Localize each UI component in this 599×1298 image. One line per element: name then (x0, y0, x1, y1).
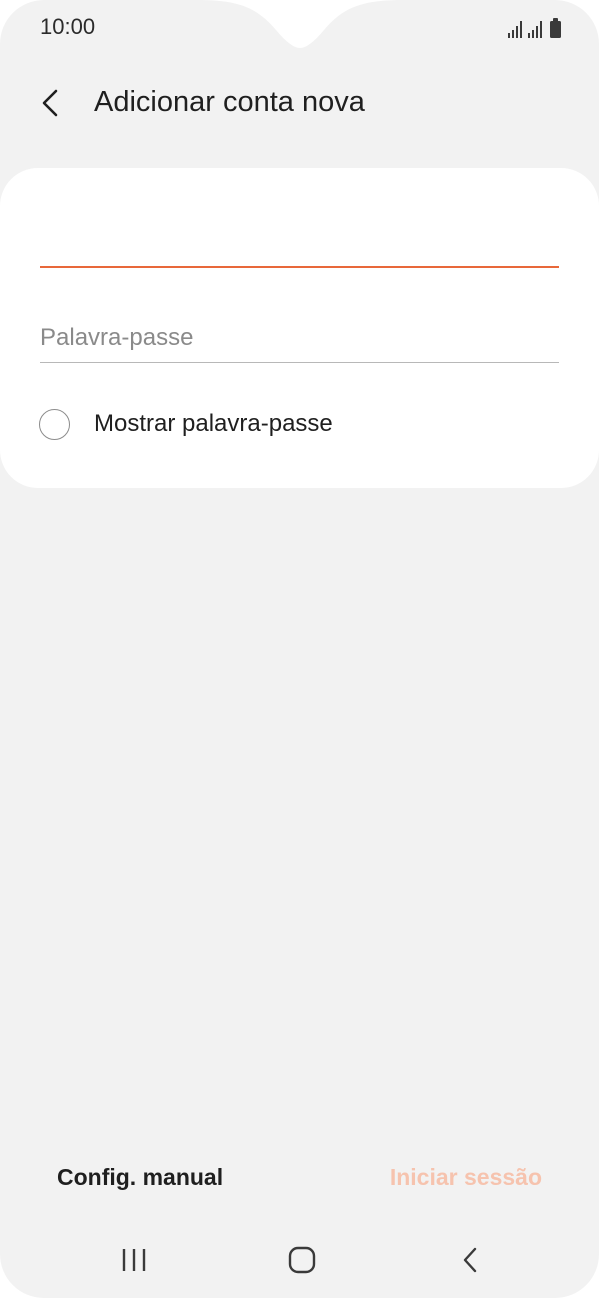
email-field[interactable] (40, 208, 559, 268)
page-title: Adicionar conta nova (94, 86, 365, 118)
back-button[interactable] (28, 80, 74, 126)
status-icons (508, 16, 561, 38)
show-password-label: Mostrar palavra-passe (94, 410, 333, 437)
sign-in-button[interactable]: Iniciar sessão (390, 1164, 542, 1191)
nav-home-button[interactable] (274, 1238, 330, 1282)
battery-icon (550, 18, 561, 38)
password-field[interactable] (40, 314, 559, 363)
show-password-toggle[interactable]: Mostrar palavra-passe (39, 406, 333, 442)
recents-icon (122, 1249, 146, 1271)
chevron-left-icon (42, 89, 58, 117)
navigation-bar (0, 1232, 599, 1288)
bottom-actions: Config. manual Iniciar sessão (0, 1160, 599, 1200)
home-icon (288, 1246, 316, 1274)
back-icon (463, 1247, 477, 1273)
show-password-radio[interactable] (39, 408, 70, 440)
manual-config-button[interactable]: Config. manual (57, 1164, 223, 1191)
signal-icon (508, 20, 522, 38)
nav-back-button[interactable] (442, 1238, 498, 1282)
status-time: 10:00 (40, 14, 96, 39)
account-form-card: Mostrar palavra-passe (0, 168, 599, 488)
phone-screen: 10:00 Adicionar conta nova Mostrar palav… (0, 0, 599, 1298)
app-header: Adicionar conta nova (0, 72, 599, 134)
signal-icon (528, 20, 542, 38)
nav-recents-button[interactable] (106, 1238, 162, 1282)
status-bar: 10:00 (0, 0, 599, 56)
camera-notch (196, 0, 404, 48)
